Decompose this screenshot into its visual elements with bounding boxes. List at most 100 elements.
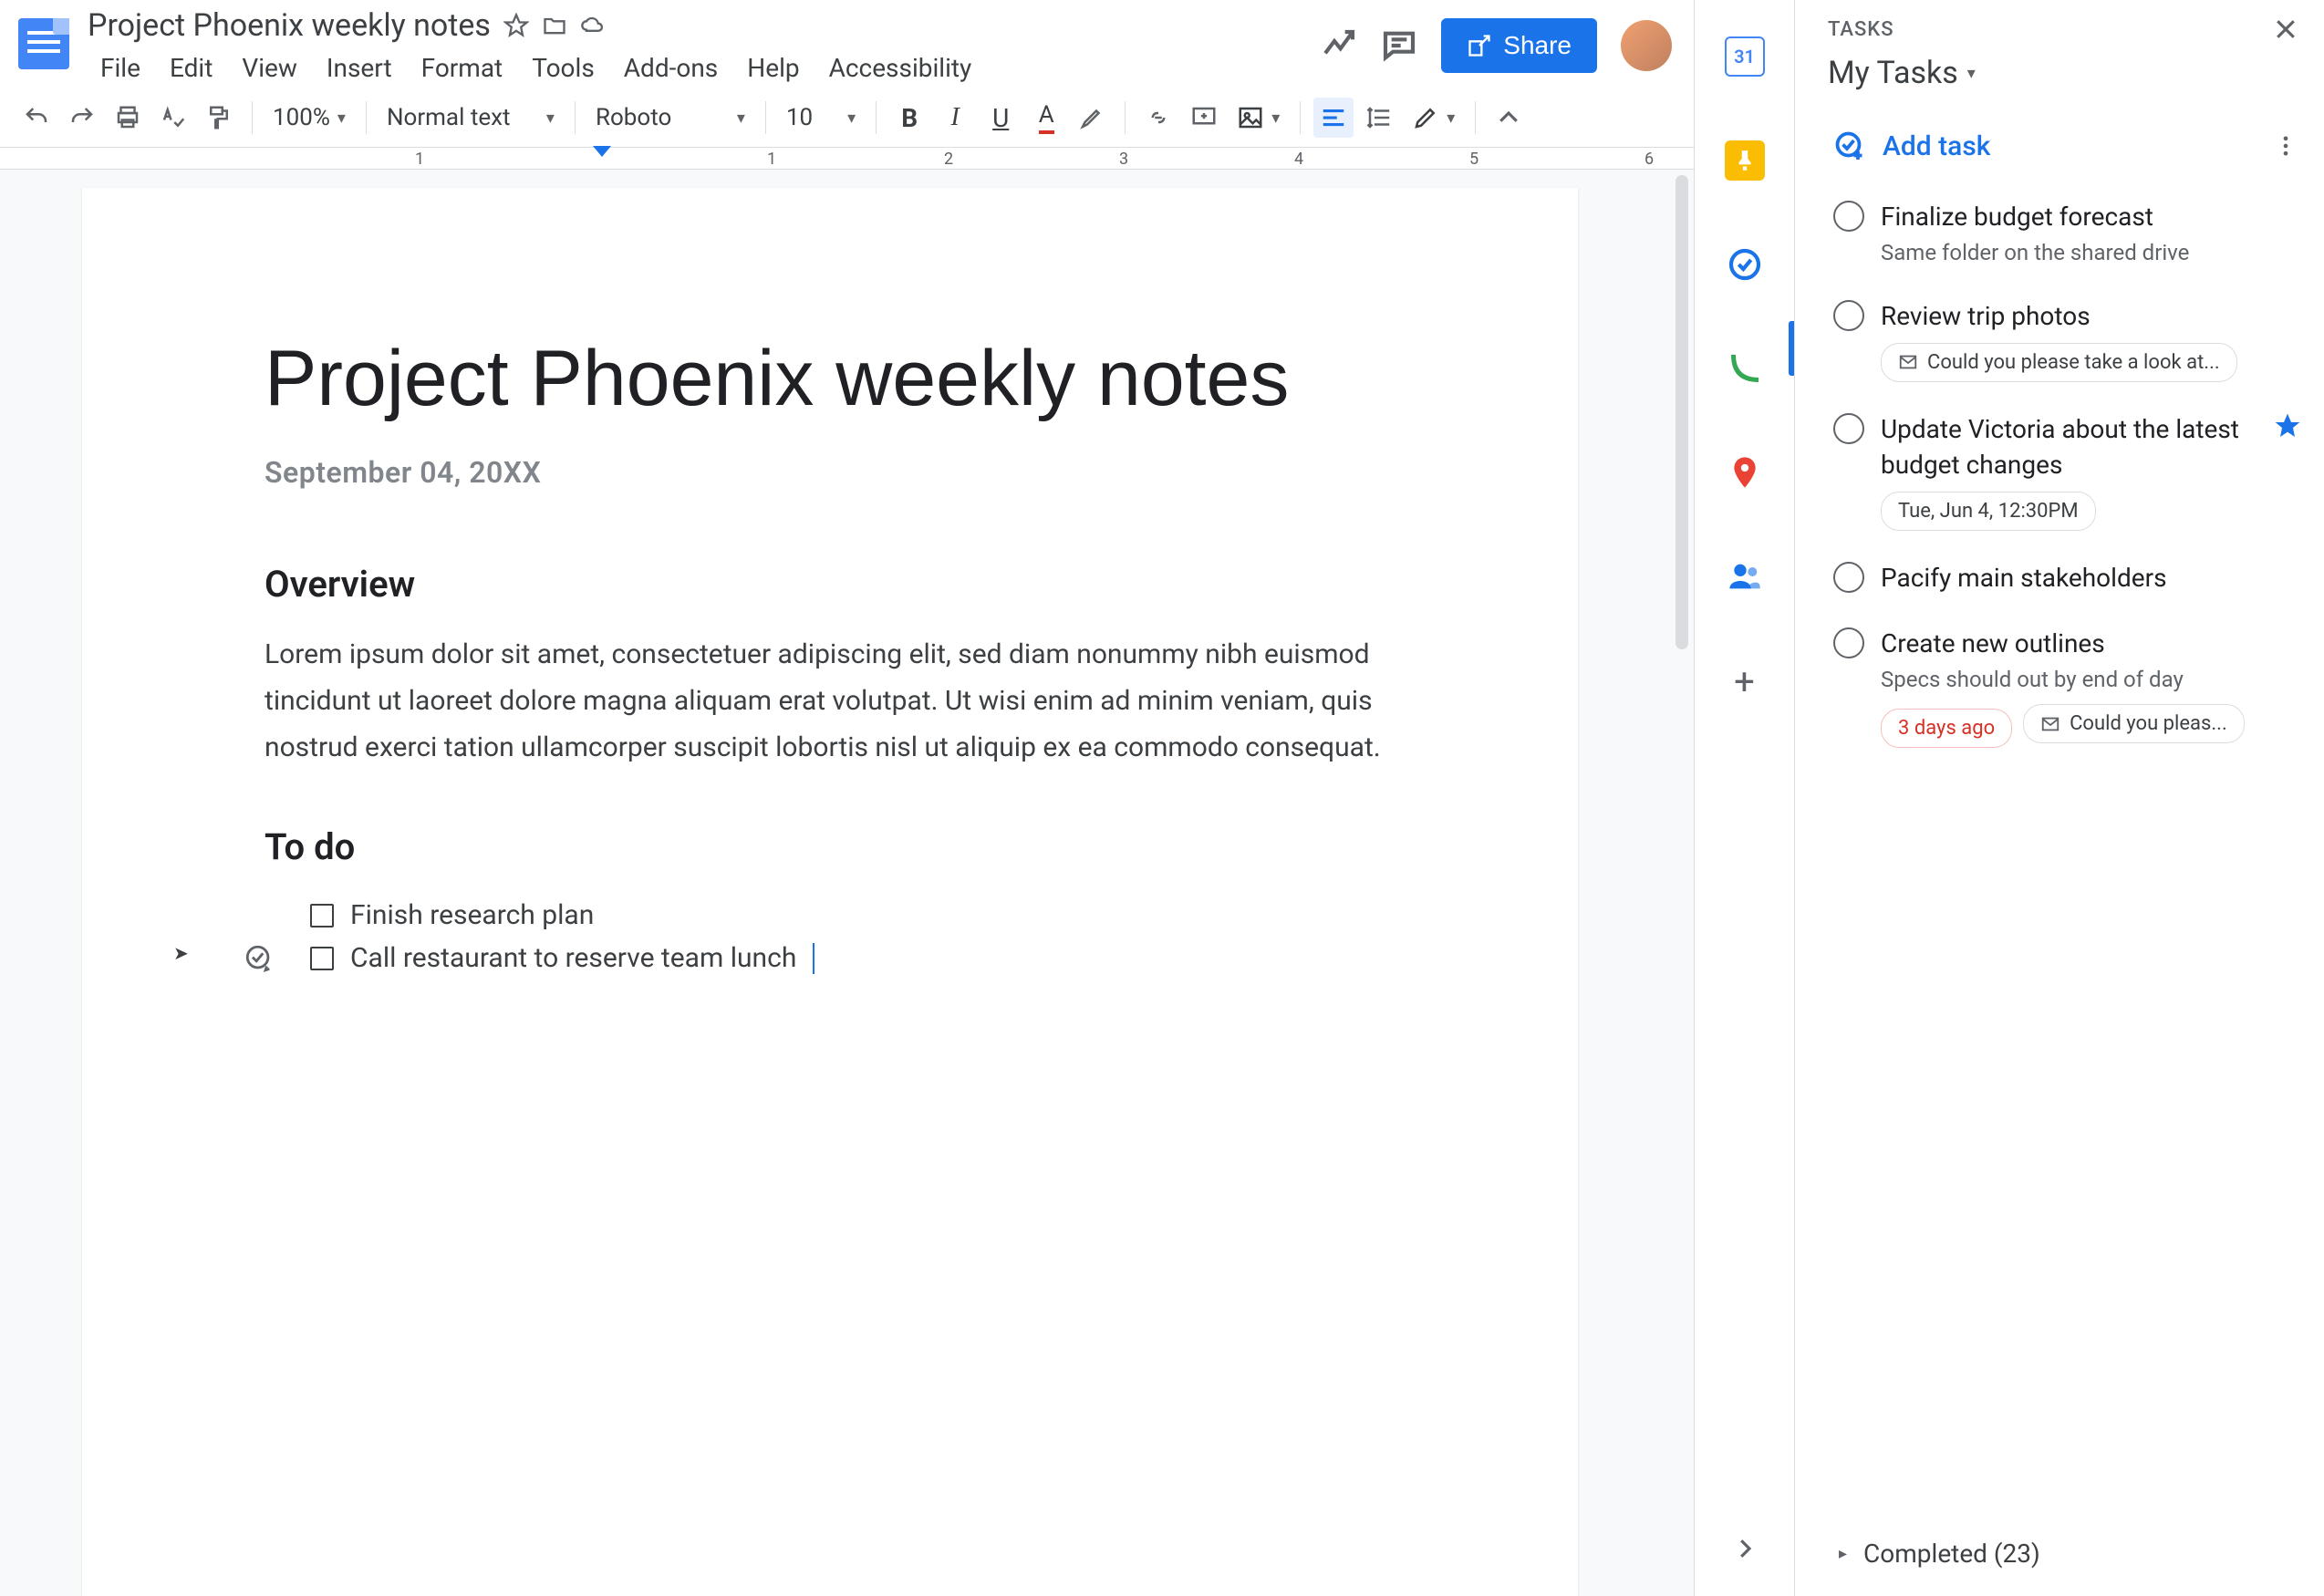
insert-image-select[interactable]: ▾ bbox=[1229, 104, 1287, 131]
todo-text[interactable]: Call restaurant to reserve team lunch bbox=[350, 942, 796, 974]
document-scroll[interactable]: Project Phoenix weekly notes September 0… bbox=[0, 170, 1694, 1596]
task-complete-toggle[interactable] bbox=[1833, 300, 1864, 331]
paint-format-icon[interactable] bbox=[199, 98, 239, 138]
scrollbar[interactable] bbox=[1676, 175, 1688, 649]
menu-format[interactable]: Format bbox=[409, 47, 516, 88]
undo-icon[interactable] bbox=[16, 98, 57, 138]
text-color-icon[interactable]: A bbox=[1026, 98, 1066, 138]
activity-icon[interactable] bbox=[1321, 27, 1357, 64]
task-item[interactable]: Finalize budget forecast Same folder on … bbox=[1795, 184, 2324, 284]
document-page[interactable]: Project Phoenix weekly notes September 0… bbox=[82, 188, 1578, 1596]
redo-icon[interactable] bbox=[62, 98, 102, 138]
menu-edit[interactable]: Edit bbox=[157, 47, 225, 88]
cloud-saved-icon[interactable] bbox=[580, 13, 606, 38]
tasks-panel: TASKS My Tasks ▾ Add task bbox=[1795, 0, 2324, 1596]
task-complete-toggle[interactable] bbox=[1833, 413, 1864, 444]
completed-label: Completed (23) bbox=[1863, 1539, 2040, 1569]
task-complete-toggle[interactable] bbox=[1833, 201, 1864, 232]
star-icon[interactable] bbox=[503, 13, 529, 38]
voice-icon[interactable] bbox=[1725, 348, 1765, 389]
account-avatar[interactable] bbox=[1621, 20, 1672, 71]
doc-date[interactable]: September 04, 20XX bbox=[265, 455, 1395, 490]
underline-icon[interactable]: U bbox=[980, 98, 1021, 138]
task-title[interactable]: Update Victoria about the latest budget … bbox=[1881, 411, 2257, 482]
line-spacing-icon[interactable] bbox=[1359, 98, 1399, 138]
print-icon[interactable] bbox=[108, 98, 148, 138]
todo-text[interactable]: Finish research plan bbox=[350, 899, 594, 931]
ruler-tick: 3 bbox=[1119, 150, 1128, 169]
document-title[interactable]: Project Phoenix weekly notes bbox=[88, 7, 491, 44]
close-icon[interactable] bbox=[2269, 13, 2302, 46]
menu-help[interactable]: Help bbox=[734, 47, 812, 88]
task-desc: Same folder on the shared drive bbox=[1881, 238, 2302, 269]
tasks-app-label: TASKS bbox=[1828, 18, 1894, 41]
menu-file[interactable]: File bbox=[88, 47, 153, 88]
date-chip[interactable]: Tue, Jun 4, 12:30PM bbox=[1881, 492, 2096, 531]
task-title[interactable]: Finalize budget forecast bbox=[1881, 199, 2302, 234]
link-icon[interactable] bbox=[1138, 98, 1178, 138]
spellcheck-icon[interactable] bbox=[153, 98, 193, 138]
task-complete-toggle[interactable] bbox=[1833, 562, 1864, 593]
calendar-icon[interactable]: 31 bbox=[1725, 36, 1765, 77]
menu-view[interactable]: View bbox=[229, 47, 310, 88]
side-rail: 31 + bbox=[1695, 0, 1795, 1596]
expand-rail-icon[interactable] bbox=[1725, 1529, 1765, 1569]
star-filled-icon[interactable] bbox=[2273, 411, 2302, 440]
font-size-select[interactable]: 10▾ bbox=[779, 104, 863, 131]
comment-icon[interactable] bbox=[1381, 27, 1417, 64]
contacts-icon[interactable] bbox=[1725, 556, 1765, 596]
task-title[interactable]: Pacify main stakeholders bbox=[1881, 560, 2302, 596]
docs-app-icon[interactable] bbox=[11, 11, 77, 77]
move-folder-icon[interactable] bbox=[542, 13, 567, 38]
task-item[interactable]: Create new outlines Specs should out by … bbox=[1795, 611, 2324, 762]
menu-tools[interactable]: Tools bbox=[519, 47, 607, 88]
email-chip[interactable]: Could you please take a look at... bbox=[1881, 343, 2237, 382]
add-task-button[interactable]: Add task bbox=[1795, 113, 2324, 184]
todo-item[interactable]: Finish research plan bbox=[310, 894, 1395, 937]
task-item[interactable]: Pacify main stakeholders bbox=[1795, 545, 2324, 610]
menu-addons[interactable]: Add-ons bbox=[611, 47, 731, 88]
assign-task-icon[interactable] bbox=[243, 942, 275, 975]
task-title[interactable]: Create new outlines bbox=[1881, 626, 2302, 661]
italic-icon[interactable]: I bbox=[935, 98, 975, 138]
menu-accessibility[interactable]: Accessibility bbox=[816, 47, 985, 88]
overview-body[interactable]: Lorem ipsum dolor sit amet, consectetuer… bbox=[265, 631, 1395, 771]
task-desc: Specs should out by end of day bbox=[1881, 665, 2302, 696]
menu-insert[interactable]: Insert bbox=[314, 47, 405, 88]
doc-heading[interactable]: Project Phoenix weekly notes bbox=[265, 334, 1395, 424]
editing-mode-select[interactable]: ▾ bbox=[1405, 104, 1462, 131]
overview-heading[interactable]: Overview bbox=[265, 563, 1395, 606]
email-chip[interactable]: Could you pleas... bbox=[2023, 704, 2245, 743]
paragraph-style-select[interactable]: Normal text▾ bbox=[379, 104, 562, 131]
collapse-toolbar-icon[interactable] bbox=[1489, 98, 1529, 138]
task-title[interactable]: Review trip photos bbox=[1881, 298, 2302, 334]
overdue-chip[interactable]: 3 days ago bbox=[1881, 709, 2012, 748]
bold-icon[interactable]: B bbox=[889, 98, 929, 138]
maps-icon[interactable] bbox=[1725, 452, 1765, 492]
tasks-icon[interactable] bbox=[1725, 244, 1765, 285]
checkbox-icon[interactable] bbox=[310, 904, 334, 928]
chevron-right-icon: ▸ bbox=[1839, 1544, 1847, 1563]
add-comment-icon[interactable] bbox=[1184, 98, 1224, 138]
more-options-icon[interactable] bbox=[2269, 130, 2302, 162]
rail-active-indicator bbox=[1789, 321, 1794, 376]
checkbox-icon[interactable] bbox=[310, 947, 334, 970]
task-list-select[interactable]: My Tasks ▾ bbox=[1828, 55, 1976, 91]
add-addon-icon[interactable]: + bbox=[1734, 660, 1755, 703]
highlight-icon[interactable] bbox=[1072, 98, 1112, 138]
keep-icon[interactable] bbox=[1725, 140, 1765, 181]
ruler-tick: 5 bbox=[1469, 150, 1478, 169]
share-button[interactable]: Share bbox=[1441, 18, 1597, 73]
todo-item[interactable]: ➤ Call restaurant to reserve team lunch bbox=[310, 937, 1395, 979]
font-select[interactable]: Roboto▾ bbox=[588, 104, 752, 131]
zoom-select[interactable]: 100%▾ bbox=[265, 104, 353, 131]
task-complete-toggle[interactable] bbox=[1833, 627, 1864, 658]
todo-heading[interactable]: To do bbox=[265, 825, 1395, 868]
indent-marker[interactable] bbox=[593, 146, 611, 157]
completed-toggle[interactable]: ▸ Completed (23) bbox=[1795, 1517, 2324, 1596]
align-left-icon[interactable] bbox=[1313, 98, 1354, 138]
task-item[interactable]: Update Victoria about the latest budget … bbox=[1795, 397, 2324, 545]
ruler-tick: 4 bbox=[1294, 150, 1303, 169]
task-item[interactable]: Review trip photos Could you please take… bbox=[1795, 284, 2324, 397]
ruler[interactable]: 1 1 2 3 4 5 6 bbox=[0, 148, 1694, 170]
